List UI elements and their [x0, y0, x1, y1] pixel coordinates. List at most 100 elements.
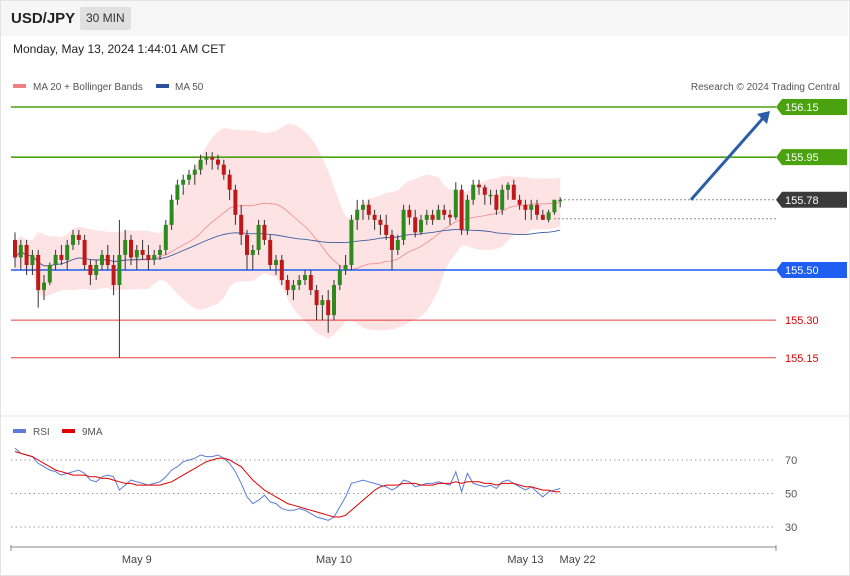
candle-body [36, 254, 41, 291]
candle-body [332, 285, 336, 316]
rsi-tick-70: 70 [785, 455, 797, 467]
candle-body [535, 204, 539, 215]
candle-body [361, 204, 365, 210]
candle-body [181, 179, 186, 185]
rsi-panel: 70 50 30 [11, 447, 797, 534]
candle-body [221, 164, 226, 175]
candle-body [488, 194, 493, 197]
candle-body [308, 275, 313, 291]
candle-body [198, 159, 203, 170]
candle-body [245, 234, 249, 255]
candle-body [477, 184, 481, 188]
candle-body [105, 254, 110, 265]
candle-body [430, 214, 435, 220]
candle-body [471, 184, 476, 200]
candle-body [163, 224, 168, 250]
rsi-legend: RSI 9MA [13, 427, 103, 438]
rsi-ma-legend-label: 9MA [82, 427, 103, 438]
candle-body [47, 264, 52, 283]
rsi-legend-swatch [13, 429, 26, 433]
bollinger-bands [14, 124, 561, 339]
candle-body [413, 217, 418, 233]
candle-body [453, 189, 458, 218]
candle-body [303, 275, 307, 281]
rsi-tick-30: 30 [785, 522, 797, 534]
candle-body [262, 224, 267, 240]
candle-body [210, 157, 215, 160]
candle-body [71, 234, 75, 245]
candle-body [239, 214, 244, 235]
rsi-line [14, 447, 561, 521]
level-value-155.78: 155.78 [785, 195, 819, 207]
candle-body [355, 209, 360, 220]
level-value-155.15: 155.15 [785, 353, 819, 365]
rsi-legend-label: RSI [33, 427, 50, 438]
candle-body [169, 199, 174, 225]
candle-body [24, 244, 29, 265]
candle-body [343, 264, 348, 270]
candle-body [158, 249, 162, 255]
candle-body [100, 254, 104, 265]
candle-body [529, 204, 534, 210]
candle-body [291, 285, 296, 291]
candle-body [401, 209, 406, 240]
candle-body [395, 239, 400, 250]
candle-body [59, 254, 64, 260]
candle-body [523, 204, 528, 210]
candle-body [279, 259, 284, 281]
level-value-155.30: 155.30 [785, 315, 819, 327]
candle-body [76, 234, 81, 240]
candle-body [123, 239, 128, 255]
candle-body [65, 244, 70, 260]
x-axis: May 9 May 10 May 13 May 22 [10, 545, 777, 566]
candle-body [18, 244, 23, 258]
candle-body [134, 249, 139, 258]
level-value-155.50: 155.50 [785, 265, 819, 277]
candle-body [42, 282, 46, 291]
candle-body [268, 239, 273, 265]
candle-body [192, 169, 197, 175]
candle-body [88, 264, 93, 276]
candle-body [297, 280, 302, 286]
candle-body [378, 219, 383, 225]
candle-body [117, 254, 122, 286]
candle-body [337, 270, 342, 286]
candle-body [407, 209, 412, 218]
candle-body [390, 234, 394, 250]
candle-body [494, 194, 499, 210]
rsi-ma-legend-swatch [62, 429, 75, 433]
candle-body [459, 189, 464, 230]
candle-body [94, 264, 99, 276]
candle-body [111, 264, 116, 286]
candle-body [506, 184, 510, 190]
candle-body [146, 254, 151, 260]
candle-body [442, 209, 447, 215]
x-tick-label: May 13 [507, 554, 543, 566]
candle-body [204, 157, 209, 160]
candle-body [227, 174, 232, 190]
candle-body [320, 300, 325, 306]
ma20-legend-swatch [13, 84, 26, 88]
level-value-156.15: 156.15 [785, 102, 819, 114]
forecast-arrow [689, 111, 770, 201]
candle-body [82, 239, 87, 265]
candle-body [552, 199, 557, 213]
candle-body [187, 174, 191, 180]
candle-body [384, 224, 389, 235]
candle-body [540, 214, 545, 220]
x-tick-label: May 10 [316, 554, 352, 566]
ma20-legend-label: MA 20 + Bollinger Bands [33, 82, 143, 93]
candle-body [558, 199, 563, 202]
copyright-text: Research © 2024 Trading Central [691, 82, 840, 93]
candle-body [349, 219, 354, 265]
candle-body [250, 249, 255, 255]
rsi-tick-50: 50 [785, 489, 797, 501]
price-legend: MA 20 + Bollinger Bands MA 50 Research ©… [13, 82, 840, 93]
forecast-arrow-shaft [689, 116, 766, 201]
candle-body [517, 199, 522, 205]
candle-body [465, 199, 470, 230]
candle-body [366, 204, 371, 215]
candle-body [326, 300, 331, 316]
level-value-155.95: 155.95 [785, 152, 819, 164]
candle-body [233, 189, 238, 215]
